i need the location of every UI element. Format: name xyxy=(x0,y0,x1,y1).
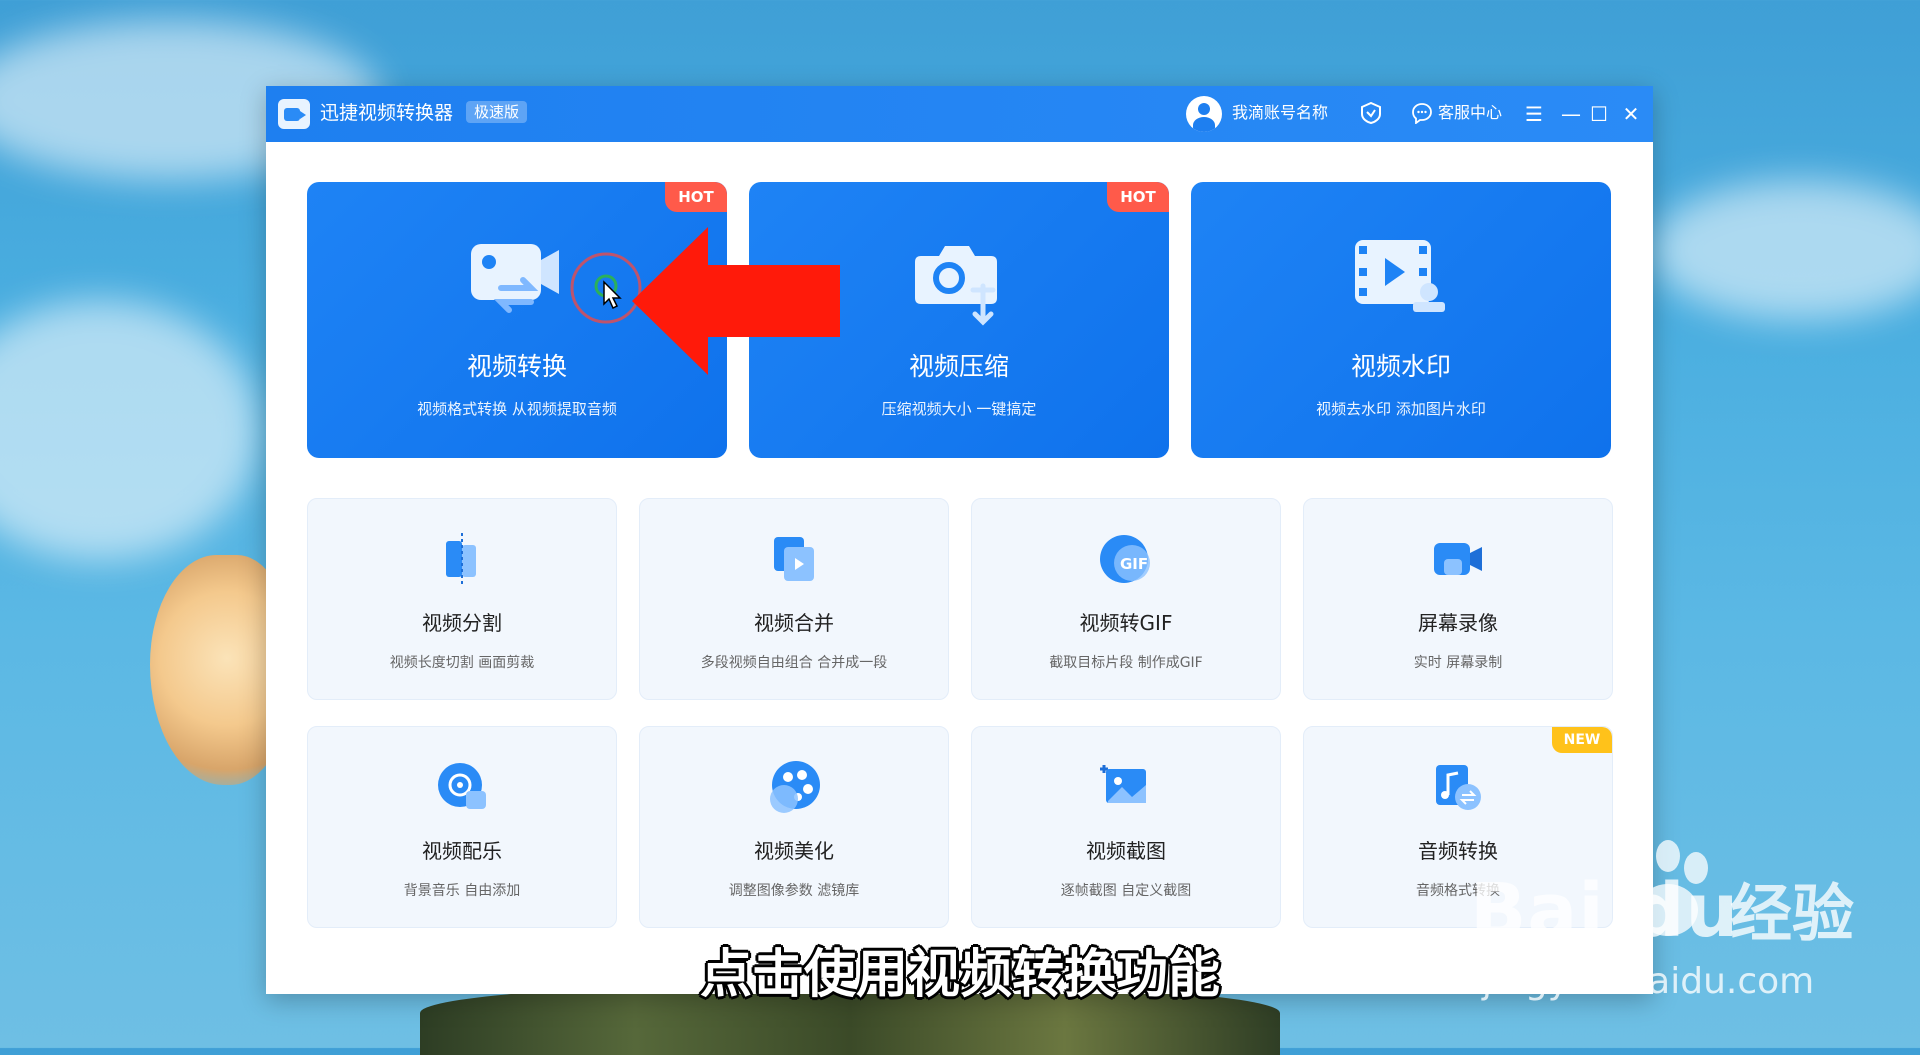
tool-title: 视频分割 xyxy=(422,611,502,635)
tool-desc: 调整图像参数 滤镜库 xyxy=(728,883,860,899)
app-window: 迅捷视频转换器 极速版 我滴账号名称 客服中心 ☰ — ☐ ✕ 视频转换 视频格… xyxy=(266,86,1653,994)
tool-desc: 逐帧截图 自定义截图 xyxy=(1060,883,1192,899)
feature-title: 视频水印 xyxy=(1350,352,1451,381)
video-screenshot-icon xyxy=(1100,765,1146,803)
feature-desc: 视频格式转换 从视频提取音频 xyxy=(417,400,617,418)
video-split-icon xyxy=(446,533,476,585)
title-bar: 迅捷视频转换器 极速版 我滴账号名称 客服中心 ☰ — ☐ ✕ xyxy=(266,86,1653,142)
video-music-icon xyxy=(438,763,486,809)
tool-title: 视频美化 xyxy=(754,839,834,863)
tool-card-video-to-gif[interactable]: GIF 视频转GIF 截取目标片段 制作成GIF xyxy=(971,498,1281,700)
app-title: 迅捷视频转换器 xyxy=(320,102,454,124)
tool-card-screen-record[interactable]: 屏幕录像 实时 屏幕录制 xyxy=(1303,498,1613,700)
app-logo-icon xyxy=(278,99,310,129)
close-icon[interactable]: ✕ xyxy=(1618,100,1644,128)
gif-icon: GIF xyxy=(1100,535,1150,583)
maximize-icon[interactable]: ☐ xyxy=(1586,100,1612,128)
tool-card-video-split[interactable]: 视频分割 视频长度切割 画面剪裁 xyxy=(307,498,617,700)
menu-icon[interactable]: ☰ xyxy=(1521,100,1547,128)
edition-badge: 极速版 xyxy=(466,101,528,123)
video-compress-icon xyxy=(915,246,997,326)
feature-desc: 视频去水印 添加图片水印 xyxy=(1316,400,1486,418)
tool-title: 视频转GIF xyxy=(1079,611,1173,635)
baidu-watermark: Bai du 经验 jingyan.baidu.com xyxy=(1470,838,1890,1013)
audio-convert-icon xyxy=(1436,765,1481,810)
support-chat-icon[interactable] xyxy=(1411,102,1433,124)
watermark-url: jingyan.baidu.com xyxy=(1482,961,1815,1002)
tool-card-video-merge[interactable]: 视频合并 多段视频自由组合 合并成一段 xyxy=(639,498,949,700)
gif-icon-text: GIF xyxy=(1120,555,1148,573)
tool-desc: 截取目标片段 制作成GIF xyxy=(1049,655,1203,671)
video-watermark-icon xyxy=(1355,240,1445,312)
video-beautify-icon xyxy=(770,761,820,813)
support-center-link[interactable]: 客服中心 xyxy=(1438,101,1502,125)
tool-title: 视频截图 xyxy=(1086,839,1166,863)
tool-title: 视频合并 xyxy=(754,611,834,635)
tool-desc: 背景音乐 自由添加 xyxy=(403,883,521,899)
screen-record-icon xyxy=(1434,543,1482,575)
video-convert-icon xyxy=(471,244,559,313)
watermark-cn: 经验 xyxy=(1730,877,1855,950)
hot-badge: HOT xyxy=(665,182,727,212)
tool-card-video-screenshot[interactable]: 视频截图 逐帧截图 自定义截图 xyxy=(971,726,1281,928)
feature-desc: 压缩视频大小 一键搞定 xyxy=(881,400,1037,418)
background-cloud xyxy=(0,300,260,560)
tool-desc: 实时 屏幕录制 xyxy=(1413,655,1503,671)
new-badge: NEW xyxy=(1552,727,1612,753)
tool-desc: 视频长度切割 画面剪裁 xyxy=(389,655,535,671)
user-avatar-icon[interactable] xyxy=(1186,96,1222,132)
video-merge-icon xyxy=(774,537,814,581)
account-name[interactable]: 我滴账号名称 xyxy=(1232,101,1328,125)
vip-shield-icon[interactable] xyxy=(1360,102,1382,124)
tool-card-video-beautify[interactable]: 视频美化 调整图像参数 滤镜库 xyxy=(639,726,949,928)
hot-badge: HOT xyxy=(1107,182,1169,212)
tool-desc: 多段视频自由组合 合并成一段 xyxy=(700,655,888,671)
background-cloud xyxy=(1650,180,1920,320)
tool-card-video-music[interactable]: 视频配乐 背景音乐 自由添加 xyxy=(307,726,617,928)
red-arrow-icon xyxy=(632,227,840,375)
paw-icon xyxy=(1628,840,1708,936)
minimize-icon[interactable]: — xyxy=(1558,100,1584,128)
tool-title: 视频配乐 xyxy=(422,839,502,863)
tool-title: 屏幕录像 xyxy=(1418,611,1498,635)
feature-card-video-watermark[interactable]: 视频水印 视频去水印 添加图片水印 xyxy=(1191,182,1611,458)
